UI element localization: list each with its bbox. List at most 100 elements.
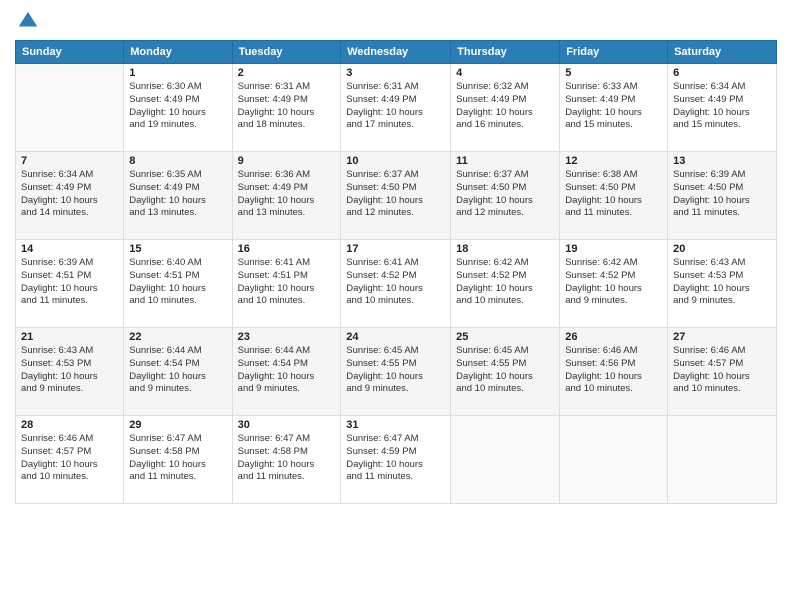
calendar-cell: 13 Sunrise: 6:39 AM Sunset: 4:50 PM Dayli… bbox=[668, 152, 777, 240]
calendar-cell: 19Sunrise: 6:42 AM Sunset: 4:52 PM Dayli… bbox=[560, 240, 668, 328]
day-number: 13 bbox=[673, 155, 771, 167]
day-info: Sunrise: 6:44 AM Sunset: 4:54 PM Dayligh… bbox=[238, 345, 336, 396]
day-number: 11 bbox=[456, 155, 554, 167]
day-info: Sunrise: 6:38 AM Sunset: 4:50 PM Dayligh… bbox=[565, 169, 662, 220]
day-info: Sunrise: 6:45 AM Sunset: 4:55 PM Dayligh… bbox=[456, 345, 554, 396]
calendar: SundayMondayTuesdayWednesdayThursdayFrid… bbox=[15, 40, 777, 504]
day-info: Sunrise: 6:44 AM Sunset: 4:54 PM Dayligh… bbox=[129, 345, 226, 396]
day-number: 29 bbox=[129, 419, 226, 431]
day-info: Sunrise: 6:33 AM Sunset: 4:49 PM Dayligh… bbox=[565, 81, 662, 132]
calendar-cell: 8Sunrise: 6:35 AM Sunset: 4:49 PM Daylig… bbox=[124, 152, 232, 240]
calendar-cell: 11Sunrise: 6:37 AM Sunset: 4:50 PM Dayli… bbox=[451, 152, 560, 240]
day-info: Sunrise: 6:43 AM Sunset: 4:53 PM Dayligh… bbox=[21, 345, 118, 396]
calendar-cell: 23 Sunrise: 6:44 AM Sunset: 4:54 PM Dayli… bbox=[232, 328, 341, 416]
day-info: Sunrise: 6:34 AM Sunset: 4:49 PM Dayligh… bbox=[21, 169, 118, 220]
calendar-header-tuesday: Tuesday bbox=[232, 41, 341, 64]
calendar-cell: 4 Sunrise: 6:32 AM Sunset: 4:49 PM Daylig… bbox=[451, 64, 560, 152]
day-number: 3 bbox=[346, 67, 445, 79]
day-number: 8 bbox=[129, 155, 226, 167]
calendar-cell: 17 Sunrise: 6:41 AM Sunset: 4:52 PM Dayli… bbox=[341, 240, 451, 328]
calendar-cell bbox=[451, 416, 560, 504]
calendar-week-1: 1 Sunrise: 6:30 AM Sunset: 4:49 PM Daylig… bbox=[16, 64, 777, 152]
day-info: Sunrise: 6:31 AM Sunset: 4:49 PM Dayligh… bbox=[346, 81, 445, 132]
day-info: Sunrise: 6:37 AM Sunset: 4:50 PM Dayligh… bbox=[346, 169, 445, 220]
calendar-cell: 7 Sunrise: 6:34 AM Sunset: 4:49 PM Daylig… bbox=[16, 152, 124, 240]
day-info: Sunrise: 6:41 AM Sunset: 4:51 PM Dayligh… bbox=[238, 257, 336, 308]
calendar-cell: 9Sunrise: 6:36 AM Sunset: 4:49 PM Daylig… bbox=[232, 152, 341, 240]
day-info: Sunrise: 6:47 AM Sunset: 4:59 PM Dayligh… bbox=[346, 433, 445, 484]
day-number: 23 bbox=[238, 331, 336, 343]
day-number: 25 bbox=[456, 331, 554, 343]
calendar-cell: 24 Sunrise: 6:45 AM Sunset: 4:55 PM Dayli… bbox=[341, 328, 451, 416]
day-number: 22 bbox=[129, 331, 226, 343]
day-number: 28 bbox=[21, 419, 118, 431]
day-info: Sunrise: 6:42 AM Sunset: 4:52 PM Dayligh… bbox=[565, 257, 662, 308]
day-number: 16 bbox=[238, 243, 336, 255]
calendar-cell: 27 Sunrise: 6:46 AM Sunset: 4:57 PM Dayli… bbox=[668, 328, 777, 416]
calendar-cell: 20 Sunrise: 6:43 AM Sunset: 4:53 PM Dayli… bbox=[668, 240, 777, 328]
day-number: 1 bbox=[129, 67, 226, 79]
calendar-header-wednesday: Wednesday bbox=[341, 41, 451, 64]
calendar-cell: 10Sunrise: 6:37 AM Sunset: 4:50 PM Dayli… bbox=[341, 152, 451, 240]
day-number: 4 bbox=[456, 67, 554, 79]
day-number: 20 bbox=[673, 243, 771, 255]
calendar-cell: 14 Sunrise: 6:39 AM Sunset: 4:51 PM Dayli… bbox=[16, 240, 124, 328]
calendar-week-5: 28 Sunrise: 6:46 AM Sunset: 4:57 PM Dayli… bbox=[16, 416, 777, 504]
logo bbox=[15, 10, 39, 32]
calendar-cell: 18 Sunrise: 6:42 AM Sunset: 4:52 PM Dayli… bbox=[451, 240, 560, 328]
calendar-cell bbox=[16, 64, 124, 152]
calendar-cell: 5 Sunrise: 6:33 AM Sunset: 4:49 PM Daylig… bbox=[560, 64, 668, 152]
calendar-cell bbox=[668, 416, 777, 504]
calendar-header-thursday: Thursday bbox=[451, 41, 560, 64]
calendar-cell: 16 Sunrise: 6:41 AM Sunset: 4:51 PM Dayli… bbox=[232, 240, 341, 328]
calendar-week-3: 14 Sunrise: 6:39 AM Sunset: 4:51 PM Dayli… bbox=[16, 240, 777, 328]
day-number: 15 bbox=[129, 243, 226, 255]
day-info: Sunrise: 6:39 AM Sunset: 4:51 PM Dayligh… bbox=[21, 257, 118, 308]
header bbox=[15, 10, 777, 32]
calendar-header-saturday: Saturday bbox=[668, 41, 777, 64]
day-info: Sunrise: 6:40 AM Sunset: 4:51 PM Dayligh… bbox=[129, 257, 226, 308]
day-info: Sunrise: 6:46 AM Sunset: 4:57 PM Dayligh… bbox=[21, 433, 118, 484]
calendar-week-4: 21Sunrise: 6:43 AM Sunset: 4:53 PM Dayli… bbox=[16, 328, 777, 416]
calendar-cell: 29 Sunrise: 6:47 AM Sunset: 4:58 PM Dayli… bbox=[124, 416, 232, 504]
calendar-cell: 3 Sunrise: 6:31 AM Sunset: 4:49 PM Daylig… bbox=[341, 64, 451, 152]
day-number: 26 bbox=[565, 331, 662, 343]
day-info: Sunrise: 6:36 AM Sunset: 4:49 PM Dayligh… bbox=[238, 169, 336, 220]
calendar-cell: 28 Sunrise: 6:46 AM Sunset: 4:57 PM Dayli… bbox=[16, 416, 124, 504]
calendar-cell: 6Sunrise: 6:34 AM Sunset: 4:49 PM Daylig… bbox=[668, 64, 777, 152]
calendar-header-sunday: Sunday bbox=[16, 41, 124, 64]
calendar-cell: 15 Sunrise: 6:40 AM Sunset: 4:51 PM Dayli… bbox=[124, 240, 232, 328]
day-info: Sunrise: 6:39 AM Sunset: 4:50 PM Dayligh… bbox=[673, 169, 771, 220]
calendar-cell: 25 Sunrise: 6:45 AM Sunset: 4:55 PM Dayli… bbox=[451, 328, 560, 416]
day-info: Sunrise: 6:43 AM Sunset: 4:53 PM Dayligh… bbox=[673, 257, 771, 308]
calendar-cell: 26 Sunrise: 6:46 AM Sunset: 4:56 PM Dayli… bbox=[560, 328, 668, 416]
day-number: 12 bbox=[565, 155, 662, 167]
page: SundayMondayTuesdayWednesdayThursdayFrid… bbox=[0, 0, 792, 612]
calendar-cell bbox=[560, 416, 668, 504]
day-number: 31 bbox=[346, 419, 445, 431]
day-number: 7 bbox=[21, 155, 118, 167]
day-number: 18 bbox=[456, 243, 554, 255]
day-number: 27 bbox=[673, 331, 771, 343]
day-info: Sunrise: 6:47 AM Sunset: 4:58 PM Dayligh… bbox=[238, 433, 336, 484]
day-info: Sunrise: 6:42 AM Sunset: 4:52 PM Dayligh… bbox=[456, 257, 554, 308]
calendar-header-monday: Monday bbox=[124, 41, 232, 64]
day-number: 2 bbox=[238, 67, 336, 79]
calendar-header-row: SundayMondayTuesdayWednesdayThursdayFrid… bbox=[16, 41, 777, 64]
day-info: Sunrise: 6:34 AM Sunset: 4:49 PM Dayligh… bbox=[673, 81, 771, 132]
day-info: Sunrise: 6:30 AM Sunset: 4:49 PM Dayligh… bbox=[129, 81, 226, 132]
day-info: Sunrise: 6:46 AM Sunset: 4:57 PM Dayligh… bbox=[673, 345, 771, 396]
day-number: 30 bbox=[238, 419, 336, 431]
day-info: Sunrise: 6:46 AM Sunset: 4:56 PM Dayligh… bbox=[565, 345, 662, 396]
day-info: Sunrise: 6:41 AM Sunset: 4:52 PM Dayligh… bbox=[346, 257, 445, 308]
calendar-cell: 1 Sunrise: 6:30 AM Sunset: 4:49 PM Daylig… bbox=[124, 64, 232, 152]
day-info: Sunrise: 6:47 AM Sunset: 4:58 PM Dayligh… bbox=[129, 433, 226, 484]
day-number: 24 bbox=[346, 331, 445, 343]
day-number: 14 bbox=[21, 243, 118, 255]
day-info: Sunrise: 6:31 AM Sunset: 4:49 PM Dayligh… bbox=[238, 81, 336, 132]
calendar-cell: 31 Sunrise: 6:47 AM Sunset: 4:59 PM Dayli… bbox=[341, 416, 451, 504]
day-info: Sunrise: 6:45 AM Sunset: 4:55 PM Dayligh… bbox=[346, 345, 445, 396]
day-info: Sunrise: 6:32 AM Sunset: 4:49 PM Dayligh… bbox=[456, 81, 554, 132]
day-number: 5 bbox=[565, 67, 662, 79]
day-number: 17 bbox=[346, 243, 445, 255]
